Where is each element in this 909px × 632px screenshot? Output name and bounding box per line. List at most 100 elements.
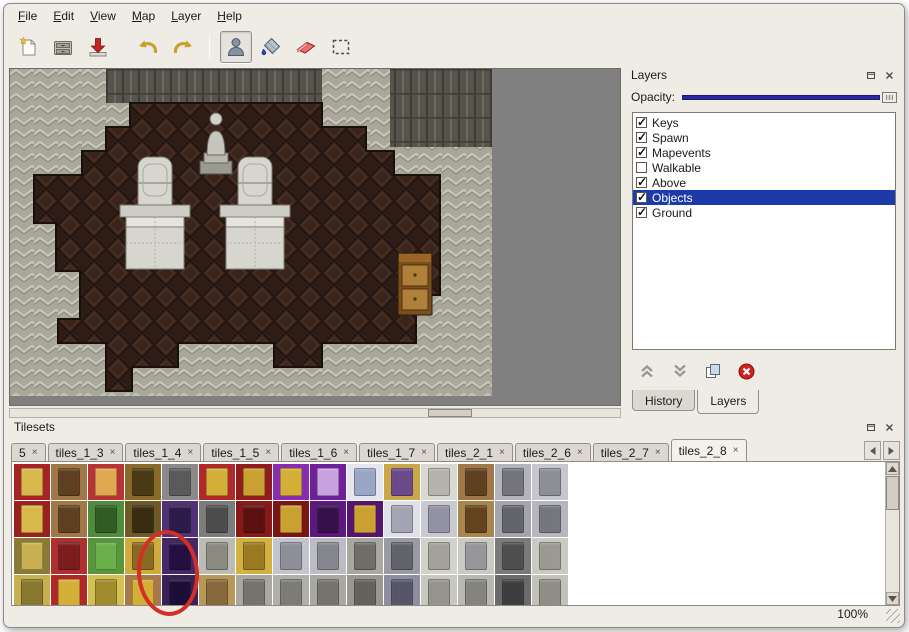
layer-row-ground[interactable]: Ground xyxy=(633,205,895,220)
tileset-tile[interactable] xyxy=(125,464,161,500)
layer-row-keys[interactable]: Keys xyxy=(633,115,895,130)
dock-tab-history[interactable]: History xyxy=(632,390,695,411)
undo-button[interactable] xyxy=(132,31,164,63)
close-panel-button[interactable] xyxy=(882,68,897,83)
layer-row-walkable[interactable]: Walkable xyxy=(633,160,895,175)
tileset-tile[interactable] xyxy=(14,464,50,500)
tab-close-icon[interactable]: × xyxy=(577,448,583,458)
tileset-tile[interactable] xyxy=(51,575,87,606)
tileset-tab-tiles_2_8[interactable]: tiles_2_8× xyxy=(671,439,747,462)
redo-button[interactable] xyxy=(167,31,199,63)
tileset-tile[interactable] xyxy=(495,464,531,500)
save-button[interactable] xyxy=(82,31,114,63)
tileset-tile[interactable] xyxy=(532,464,568,500)
tileset-tile[interactable] xyxy=(236,501,272,537)
layer-visibility-checkbox[interactable] xyxy=(636,147,647,158)
tileset-tile[interactable] xyxy=(199,501,235,537)
tileset-tile[interactable] xyxy=(88,501,124,537)
tileset-tile[interactable] xyxy=(347,538,383,574)
tileset-tile[interactable] xyxy=(347,575,383,606)
tileset-tile[interactable] xyxy=(421,538,457,574)
layer-row-above[interactable]: Above xyxy=(633,175,895,190)
menu-help[interactable]: Help xyxy=(209,6,250,26)
tileset-tile[interactable] xyxy=(421,501,457,537)
menu-view[interactable]: View xyxy=(82,6,124,26)
horizontal-scrollbar-thumb[interactable] xyxy=(428,409,472,417)
map-canvas[interactable] xyxy=(9,68,621,406)
close-panel-button[interactable] xyxy=(882,420,897,435)
tileset-tile[interactable] xyxy=(384,538,420,574)
layer-move-down-button[interactable] xyxy=(669,360,691,382)
tileset-tile[interactable] xyxy=(310,464,346,500)
layer-visibility-checkbox[interactable] xyxy=(636,207,647,218)
tileset-tile[interactable] xyxy=(88,538,124,574)
layer-visibility-checkbox[interactable] xyxy=(636,162,647,173)
scroll-down-button[interactable] xyxy=(886,592,899,605)
tileset-tile[interactable] xyxy=(162,501,198,537)
tab-close-icon[interactable]: × xyxy=(655,448,661,458)
vertical-scrollbar-thumb[interactable] xyxy=(886,476,899,510)
tileset-tile[interactable] xyxy=(458,501,494,537)
eraser-button[interactable] xyxy=(290,31,322,63)
tileset-tile[interactable] xyxy=(273,575,309,606)
map-image[interactable] xyxy=(10,69,492,396)
layer-delete-button[interactable] xyxy=(735,360,757,382)
new-button[interactable] xyxy=(12,31,44,63)
tileset-tile[interactable] xyxy=(162,464,198,500)
tileset-tab-tiles_1_4[interactable]: tiles_1_4× xyxy=(125,443,201,462)
tileset-tile[interactable] xyxy=(273,538,309,574)
tab-close-icon[interactable]: × xyxy=(110,448,116,458)
tileset-tile[interactable] xyxy=(421,464,457,500)
layer-row-spawn[interactable]: Spawn xyxy=(633,130,895,145)
menu-edit[interactable]: Edit xyxy=(45,6,82,26)
tileset-tile[interactable] xyxy=(51,538,87,574)
tileset-tile[interactable] xyxy=(310,538,346,574)
menu-file[interactable]: File xyxy=(10,6,45,26)
tileset-tile[interactable] xyxy=(199,575,235,606)
tileset-tab-tiles_1_6[interactable]: tiles_1_6× xyxy=(281,443,357,462)
tileset-tile[interactable] xyxy=(532,501,568,537)
opacity-slider-handle[interactable] xyxy=(882,92,897,103)
tileset-tile[interactable] xyxy=(88,464,124,500)
dock-tab-layers[interactable]: Layers xyxy=(697,390,759,414)
tab-close-icon[interactable]: × xyxy=(343,448,349,458)
tileset-tile[interactable] xyxy=(236,464,272,500)
tileset-tile[interactable] xyxy=(532,538,568,574)
menu-layer[interactable]: Layer xyxy=(163,6,209,26)
tab-close-icon[interactable]: × xyxy=(187,448,193,458)
tileset-tile[interactable] xyxy=(199,538,235,574)
menu-map[interactable]: Map xyxy=(124,6,163,26)
tileset-tab-5[interactable]: 5× xyxy=(11,443,46,462)
tabs-scroll-right-button[interactable] xyxy=(883,441,900,460)
tab-close-icon[interactable]: × xyxy=(421,448,427,458)
tileset-tab-tiles_1_5[interactable]: tiles_1_5× xyxy=(203,443,279,462)
stamp-button[interactable] xyxy=(220,31,252,63)
tileset-tab-tiles_2_6[interactable]: tiles_2_6× xyxy=(515,443,591,462)
tileset-tile[interactable] xyxy=(310,501,346,537)
tileset-tile[interactable] xyxy=(51,501,87,537)
tileset-tile[interactable] xyxy=(273,464,309,500)
tileset-tile[interactable] xyxy=(14,501,50,537)
tileset-tile[interactable] xyxy=(236,538,272,574)
tab-close-icon[interactable]: × xyxy=(32,448,38,458)
tab-close-icon[interactable]: × xyxy=(733,446,739,456)
tileset-tile[interactable] xyxy=(125,501,161,537)
fill-button[interactable] xyxy=(255,31,287,63)
tileset-tile[interactable] xyxy=(273,501,309,537)
tileset-tile[interactable] xyxy=(236,575,272,606)
tileset-tile[interactable] xyxy=(458,575,494,606)
resize-grip[interactable] xyxy=(886,609,900,623)
layer-row-objects[interactable]: Objects xyxy=(633,190,895,205)
tileset-tile[interactable] xyxy=(162,575,198,606)
tab-close-icon[interactable]: × xyxy=(265,448,271,458)
tileset-tab-tiles_1_7[interactable]: tiles_1_7× xyxy=(359,443,435,462)
tileset-vertical-scrollbar[interactable] xyxy=(885,462,899,605)
tileset-tile[interactable] xyxy=(421,575,457,606)
tileset-tab-tiles_2_7[interactable]: tiles_2_7× xyxy=(593,443,669,462)
tileset-tile[interactable] xyxy=(51,464,87,500)
tileset-tile[interactable] xyxy=(88,575,124,606)
tab-close-icon[interactable]: × xyxy=(499,448,505,458)
layer-row-mapevents[interactable]: Mapevents xyxy=(633,145,895,160)
tabs-scroll-left-button[interactable] xyxy=(864,441,881,460)
tileset-tile[interactable] xyxy=(162,538,198,574)
